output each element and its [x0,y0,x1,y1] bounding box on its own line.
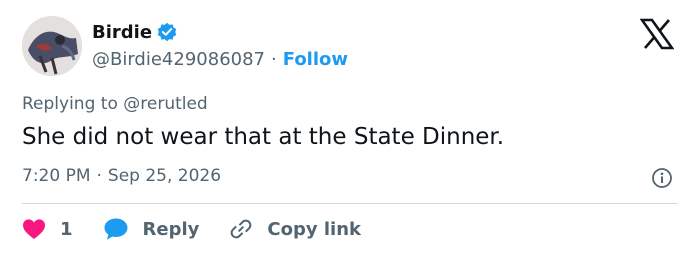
replying-to: Replying to @rerutled [22,94,208,114]
reply-mention-link[interactable]: @rerutled [123,94,207,114]
tweet-time[interactable]: 7:20 PM [22,166,91,186]
display-name[interactable]: Birdie [92,22,152,43]
handle-row: @Birdie429086087 · Follow [92,47,348,71]
user-handle[interactable]: @Birdie429086087 [92,49,265,70]
divider [22,203,678,204]
link-icon [229,217,253,241]
like-button[interactable]: 1 [22,218,73,240]
like-count: 1 [60,218,73,240]
follow-button[interactable]: Follow [283,49,348,70]
tweet-text: She did not wear that at the State Dinne… [22,124,505,150]
verified-badge-icon [156,21,178,43]
name-row: Birdie [92,19,178,45]
handle-separator: · [271,48,277,70]
tweet-date[interactable]: Sep 25, 2026 [108,166,221,186]
reply-button[interactable]: Reply [103,217,200,241]
timestamp-separator: · [96,166,102,186]
copy-link-label: Copy link [267,218,361,240]
tweet-timestamp[interactable]: 7:20 PM · Sep 25, 2026 [22,166,221,186]
info-icon[interactable] [651,167,673,189]
action-bar: 1 Reply Copy link [22,214,361,244]
speech-bubble-icon [103,217,129,241]
tweet-embed: Birdie @Birdie429086087 · Follow Replyin… [0,0,700,256]
reply-label: Reply [142,218,200,240]
avatar[interactable] [22,16,82,76]
copy-link-button[interactable]: Copy link [229,217,361,241]
x-logo-icon[interactable] [639,18,675,50]
heart-icon [22,218,46,240]
replying-to-prefix: Replying to [22,94,118,114]
